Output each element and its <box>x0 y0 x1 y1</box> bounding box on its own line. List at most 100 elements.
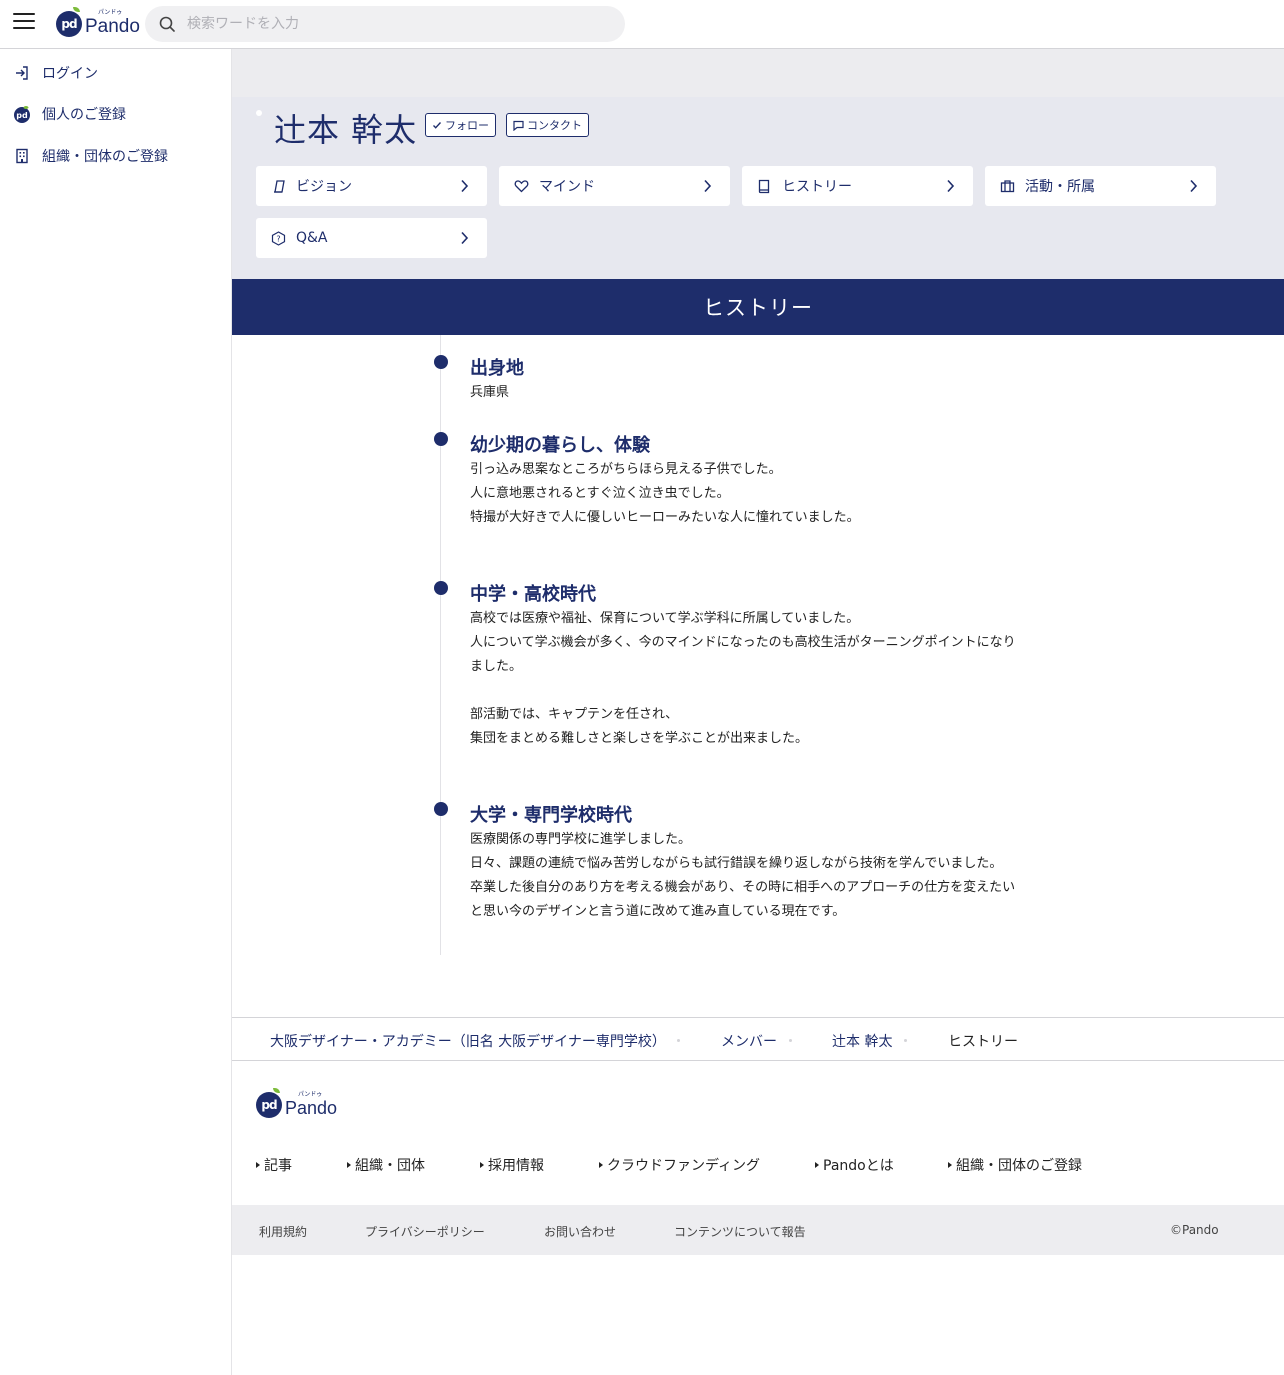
timeline-line <box>440 335 441 955</box>
sidebar-item-personal-register[interactable]: pd 個人のご登録 <box>13 104 126 124</box>
chevron-right-icon <box>1190 179 1198 193</box>
sidebar-item-login[interactable]: ログイン <box>13 63 98 83</box>
history-body: 引っ込み思案なところがちらほら見える子供でした。 人に意地悪されるとすぐ泣く泣き… <box>470 458 1050 530</box>
timeline-dot <box>434 802 448 816</box>
footer-link-label: 記事 <box>264 1158 292 1174</box>
search-bar[interactable] <box>145 6 625 42</box>
breadcrumb-item-members[interactable]: メンバー <box>721 1031 777 1051</box>
footer-report-link[interactable]: コンテンツについて報告 <box>674 1223 806 1240</box>
triangle-right-icon <box>599 1162 603 1168</box>
section-title: ヒストリー <box>232 279 1284 335</box>
nav-card-label: マインド <box>539 179 595 195</box>
breadcrumb-item-org[interactable]: 大阪デザイナー・アカデミー（旧名 大阪デザイナー専門学校） <box>270 1031 666 1051</box>
history-line: と思い今のデザインと言う道に改めて進み直している現在です。 <box>470 904 846 919</box>
footer-contact-link[interactable]: お問い合わせ <box>544 1223 616 1240</box>
timeline-dot <box>434 581 448 595</box>
history-line: 特撮が大好きで人に優しいヒーローみたいな人に憧れていました。 <box>470 510 860 525</box>
contact-button[interactable]: コンタクト <box>506 113 589 137</box>
history-line: 日々、課題の連続で悩み苦労しながらも試行錯誤を繰り返しながら技術を学んでいました… <box>470 856 1003 871</box>
contact-label: コンタクト <box>527 119 582 132</box>
triangle-right-icon <box>480 1162 484 1168</box>
nav-card-history[interactable]: ヒストリー <box>742 166 973 206</box>
history-line: 卒業した後自分のあり方を考える機会があり、その時に相手へのアプローチの仕方を変え… <box>470 880 1016 895</box>
footer-link-label: クラウドファンディング <box>607 1158 761 1174</box>
login-icon <box>13 64 31 82</box>
search-input[interactable] <box>185 15 605 33</box>
nav-card-vision[interactable]: ビジョン <box>256 166 487 206</box>
sidebar-item-org-register[interactable]: 組織・団体のご登録 <box>13 146 168 166</box>
footer-link-label: 組織・団体のご登録 <box>956 1158 1082 1174</box>
sidebar-item-label: 組織・団体のご登録 <box>42 149 168 165</box>
logo-badge: pd <box>56 7 82 37</box>
history-heading: 幼少期の暮らし、体験 <box>470 435 650 456</box>
breadcrumb-separator <box>904 1039 907 1042</box>
triangle-right-icon <box>948 1162 952 1168</box>
follow-label: フォロー <box>445 119 489 132</box>
footer-link-label: 採用情報 <box>488 1158 544 1174</box>
footer-terms-link[interactable]: 利用規約 <box>259 1223 307 1240</box>
timeline-dot <box>434 355 448 369</box>
logo-badge-text: pd <box>61 17 77 31</box>
nav-card-mind[interactable]: マインド <box>499 166 730 206</box>
footer-logo-text: パンドゥ Pando <box>285 1092 338 1119</box>
history-heading: 出身地 <box>470 358 524 379</box>
history-line: 部活動では、キャプテンを任され、 <box>470 707 679 722</box>
breadcrumb-item-person[interactable]: 辻本 幹太 <box>832 1031 892 1051</box>
question-icon: ? <box>271 230 287 246</box>
footer-link-about[interactable]: Pandoとは <box>815 1155 894 1175</box>
timeline-dot <box>434 432 448 446</box>
footer-link-articles[interactable]: 記事 <box>256 1155 292 1175</box>
nav-card-label: 活動・所属 <box>1025 179 1095 195</box>
history-line: ました。 <box>470 659 523 674</box>
history-line: 兵庫県 <box>470 385 510 400</box>
breadcrumb-item-current: ヒストリー <box>948 1034 1018 1050</box>
nav-card-activity[interactable]: 活動・所属 <box>985 166 1216 206</box>
avatar <box>256 110 262 116</box>
history-heading: 大学・専門学校時代 <box>470 805 632 826</box>
footer-link-org-register[interactable]: 組織・団体のご登録 <box>948 1155 1082 1175</box>
footer-logo-badge-text: pd <box>261 1098 277 1112</box>
chevron-right-icon <box>461 179 469 193</box>
footer-logo-wordmark: Pando <box>285 1097 338 1118</box>
footer-link-label: 組織・団体 <box>355 1158 425 1174</box>
svg-text:pd: pd <box>16 111 28 120</box>
book-icon <box>757 178 773 194</box>
building-icon <box>13 147 31 165</box>
nav-card-label: ビジョン <box>296 179 352 195</box>
logo-wordmark: Pando <box>85 16 140 37</box>
chevron-right-icon <box>947 179 955 193</box>
nav-card-label: ヒストリー <box>782 179 852 195</box>
footer-link-jobs[interactable]: 採用情報 <box>480 1155 544 1175</box>
chevron-right-icon <box>461 231 469 245</box>
pando-logo[interactable]: pd パンドゥ Pando <box>56 7 140 40</box>
footer-link-label: Pandoとは <box>823 1158 894 1174</box>
history-body: 兵庫県 <box>470 381 1050 405</box>
breadcrumb-separator <box>677 1039 680 1042</box>
history-line: 引っ込み思案なところがちらほら見える子供でした。 <box>470 462 782 477</box>
footer-privacy-link[interactable]: プライバシーポリシー <box>365 1223 485 1240</box>
logo-text: パンドゥ Pando <box>85 10 140 38</box>
history-heading: 中学・高校時代 <box>470 584 596 605</box>
heart-icon <box>514 178 530 194</box>
breadcrumb: 大阪デザイナー・アカデミー（旧名 大阪デザイナー専門学校） メンバー 辻本 幹太… <box>232 1017 1284 1061</box>
top-header: pd パンドゥ Pando <box>0 0 1284 49</box>
menu-icon[interactable] <box>13 13 35 31</box>
footer-link-crowdfunding[interactable]: クラウドファンディング <box>599 1155 760 1175</box>
profile-name: 辻本 幹太 <box>274 111 418 149</box>
triangle-right-icon <box>815 1162 819 1168</box>
history-line: 高校では医療や福祉、保育について学ぶ学科に所属していました。 <box>470 611 860 626</box>
breadcrumb-separator <box>789 1039 792 1042</box>
follow-button[interactable]: フォロー <box>425 113 496 137</box>
footer-link-orgs[interactable]: 組織・団体 <box>347 1155 425 1175</box>
sidebar-item-label: 個人のご登録 <box>42 107 126 123</box>
check-icon <box>433 122 442 129</box>
chat-icon <box>513 120 524 131</box>
nav-card-label: Q&A <box>296 230 328 246</box>
search-icon <box>159 16 175 32</box>
nav-card-qa[interactable]: ? Q&A <box>256 218 487 258</box>
triangle-right-icon <box>256 1162 260 1168</box>
pando-logo-icon: pd <box>13 105 31 123</box>
footer-logo-ruby: パンドゥ <box>298 1091 323 1098</box>
footer-logo[interactable]: pd パンドゥ Pando <box>256 1088 338 1119</box>
briefcase-icon <box>1000 178 1016 194</box>
